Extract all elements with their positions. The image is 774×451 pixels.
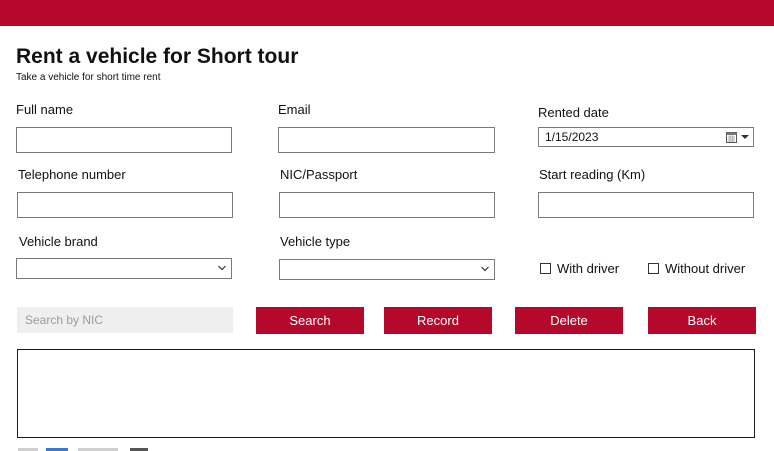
search-input[interactable] [17, 307, 233, 333]
nic-passport-label: NIC/Passport [280, 167, 358, 182]
without-driver-box[interactable] [648, 262, 659, 274]
delete-button[interactable]: Delete [515, 307, 623, 334]
email-field[interactable] [278, 127, 495, 153]
full-name-field[interactable] [16, 127, 232, 153]
chevron-down-icon[interactable] [217, 261, 227, 275]
email-label: Email [278, 102, 311, 117]
without-driver-checkbox[interactable]: Without driver [648, 260, 745, 276]
telephone-field[interactable] [17, 192, 233, 218]
page-title: Rent a vehicle for Short tour [16, 45, 299, 68]
vehicle-brand-select[interactable] [16, 258, 232, 279]
taskbar-edge [0, 446, 774, 451]
with-driver-checkbox[interactable]: With driver [540, 260, 619, 276]
with-driver-label: With driver [557, 260, 620, 276]
back-button[interactable]: Back [648, 307, 756, 334]
vehicle-type-select[interactable] [279, 259, 495, 280]
search-button[interactable]: Search [256, 307, 364, 334]
vehicle-type-label: Vehicle type [280, 234, 351, 249]
nic-passport-field[interactable] [279, 192, 495, 218]
without-driver-label: Without driver [665, 260, 746, 276]
start-reading-label: Start reading (Km) [539, 167, 646, 182]
chevron-down-icon[interactable] [480, 262, 490, 276]
start-reading-field[interactable] [538, 192, 754, 218]
top-bar [0, 0, 774, 26]
vehicle-brand-label: Vehicle brand [19, 234, 98, 249]
record-button[interactable]: Record [384, 307, 492, 334]
telephone-label: Telephone number [18, 167, 126, 182]
page-subtitle: Take a vehicle for short time rent [16, 72, 161, 83]
calendar-icon[interactable] [726, 131, 737, 143]
rented-date-value: 1/15/2023 [545, 130, 599, 144]
chevron-down-icon[interactable] [740, 130, 750, 144]
full-name-label: Full name [16, 102, 74, 117]
rented-date-picker[interactable]: 1/15/2023 [538, 127, 754, 147]
with-driver-box[interactable] [540, 262, 551, 274]
records-grid[interactable] [17, 349, 755, 438]
rented-date-label: Rented date [538, 105, 609, 120]
